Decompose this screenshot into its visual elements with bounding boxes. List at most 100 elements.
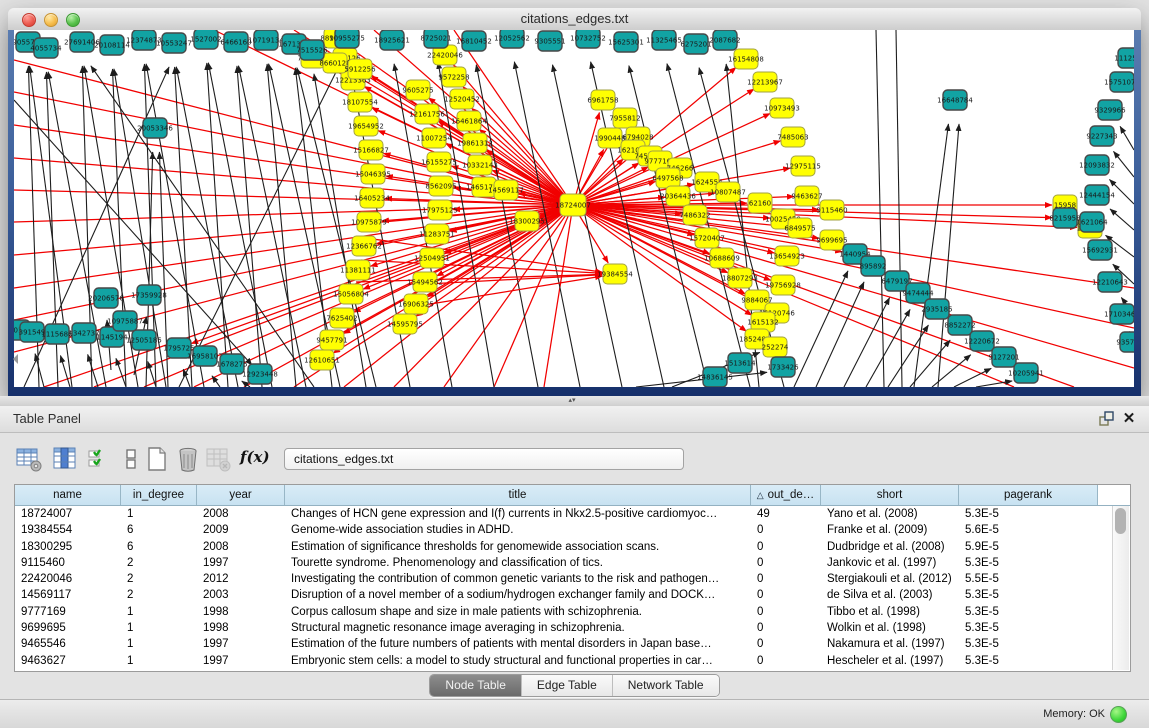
graph-node-label: 10975879: [351, 219, 387, 227]
table-cell: de Silva et al. (2003): [821, 587, 959, 603]
graph-node-label: 1733426: [767, 364, 799, 372]
table-cell: 9699695: [15, 620, 121, 636]
graph-node-label: 16810452: [456, 38, 492, 46]
graph-node-label: 12520452: [444, 96, 480, 104]
graph-node-label: 8562095: [425, 183, 456, 191]
table-cell: 1998: [197, 604, 285, 620]
graph-node-label: 10553247: [156, 40, 192, 48]
graph-node-label: 6275201: [680, 41, 711, 49]
graph-node-label: 4055734: [30, 45, 62, 53]
window-titlebar[interactable]: citations_edges.txt: [8, 8, 1141, 31]
graph-node-label: 9457791: [316, 337, 347, 345]
table-cell: 5.3E-5: [959, 653, 1098, 669]
graph-node-label: 11007254: [416, 135, 452, 143]
table-row[interactable]: 969969511998Structural magnetic resonanc…: [15, 620, 1130, 636]
graph-node-label: 9572258: [438, 74, 469, 82]
column-header-year[interactable]: year: [197, 485, 285, 505]
table-cell: 22420046: [15, 571, 121, 587]
float-panel-icon[interactable]: [1099, 411, 1115, 427]
table-cell: Tibbo et al. (1998): [821, 604, 959, 620]
network-frame: 8896012271812612213363181075541965495215…: [8, 30, 1141, 396]
table-chooser-value: citations_edges.txt: [294, 452, 393, 466]
graph-node-label: 10688609: [704, 255, 740, 263]
table-row[interactable]: 1872400712008Changes of HCN gene express…: [15, 506, 1130, 522]
table-cell: 6: [121, 522, 197, 538]
select-all-button[interactable]: [86, 446, 113, 473]
dropdown-arrows-icon: [667, 452, 675, 470]
table-cell: 2003: [197, 587, 285, 603]
graph-node-label: 19861312: [457, 140, 493, 148]
graph-node-label: 9463627: [791, 193, 822, 201]
table-cell: 1: [121, 604, 197, 620]
graph-node-label: 15046395: [355, 171, 391, 179]
table-cell: 5.3E-5: [959, 604, 1098, 620]
memory-status-label: Memory: OK: [1043, 700, 1105, 728]
table-row[interactable]: 1456911722003Disruption of a novel membe…: [15, 587, 1130, 603]
table-cell: 0: [751, 571, 821, 587]
table-row[interactable]: 977716911998Corpus callosum shape and si…: [15, 604, 1130, 620]
graph-node-label: 7515526: [296, 47, 328, 55]
table-settings-button[interactable]: [16, 446, 43, 473]
table-cell: 5.3E-5: [959, 555, 1098, 571]
graph-node-label: 18300295: [509, 218, 545, 226]
table-row[interactable]: 1830029562008Estimation of significance …: [15, 539, 1130, 555]
function-builder-button[interactable]: f(x): [240, 448, 270, 466]
table-row[interactable]: 911546021997Tourette syndrome. Phenomeno…: [15, 555, 1130, 571]
graph-node-label: 9127201: [988, 354, 1019, 362]
graph-node-label: 16648784: [937, 97, 973, 105]
graph-node-label: 10205941: [1008, 370, 1044, 378]
graph-node-label: 8725021: [420, 35, 451, 43]
graph-node-label: 15056804: [333, 291, 369, 299]
graph-node-label: 62160: [749, 200, 771, 208]
network-canvas[interactable]: 8896012271812612213363181075541965495215…: [14, 30, 1134, 387]
table-cell: 1: [121, 653, 197, 669]
table-chooser-dropdown[interactable]: citations_edges.txt: [284, 448, 684, 470]
network-view-window: citations_edges.txt 88960122718126122133…: [8, 8, 1141, 396]
table-cell: 2008: [197, 506, 285, 522]
scrollbar-thumb[interactable]: [1115, 508, 1126, 534]
graph-node-label: 12210643: [1092, 279, 1128, 287]
table-cell: Hescheler et al. (1997): [821, 653, 959, 669]
table-cell: Embryonic stem cells: a model to study s…: [285, 653, 751, 669]
column-header-out_de[interactable]: △out_de…: [751, 485, 821, 505]
graph-node-label: 16154808: [728, 56, 764, 64]
table-tabs-row: Node TableEdge TableNetwork Table: [0, 672, 1149, 699]
table-cell: 5.9E-5: [959, 539, 1098, 555]
tab-node-table[interactable]: Node Table: [430, 675, 521, 696]
column-header-pagerank[interactable]: pagerank: [959, 485, 1098, 505]
graph-node-label: 10732752: [570, 35, 606, 43]
panel-title: Table Panel: [13, 406, 81, 432]
table-toolbar: f(x) citations_edges.txt: [0, 432, 1149, 484]
graph-node-label: 12504951: [414, 255, 450, 263]
clear-selection-button[interactable]: [118, 446, 145, 473]
table-cell: Nakamura et al. (1997): [821, 636, 959, 652]
graph-node-label: 1513614: [724, 360, 756, 368]
column-header-in_degree[interactable]: in_degree: [121, 485, 197, 505]
graph-node-label: 17975125: [422, 207, 458, 215]
tab-edge-table[interactable]: Edge Table: [521, 675, 612, 696]
pane-collapse-arrow-icon[interactable]: [8, 354, 18, 364]
table-cell: 9777169: [15, 604, 121, 620]
delete-table-button[interactable]: [175, 446, 202, 473]
tab-network-table[interactable]: Network Table: [612, 675, 719, 696]
table-cell: Corpus callosum shape and size in male p…: [285, 604, 751, 620]
new-table-button[interactable]: [144, 446, 171, 473]
graph-node-label: 19756928: [765, 282, 801, 290]
memory-status-indicator[interactable]: [1110, 706, 1127, 723]
table-row[interactable]: 946554611997Estimation of the future num…: [15, 636, 1130, 652]
show-columns-button[interactable]: [52, 446, 79, 473]
table-cell: Estimation of the future numbers of pati…: [285, 636, 751, 652]
vertical-scrollbar[interactable]: [1112, 506, 1129, 670]
column-header-name[interactable]: name: [15, 485, 121, 505]
table-row[interactable]: 946362711997Embryonic stem cells: a mode…: [15, 653, 1130, 669]
splitter-grip-icon[interactable]: ▴▾: [565, 398, 579, 404]
graph-node-label: 9227343: [1086, 133, 1117, 141]
table-cell: 2: [121, 571, 197, 587]
column-header-title[interactable]: title: [285, 485, 751, 505]
close-panel-icon[interactable]: ✕: [1121, 411, 1137, 427]
table-row[interactable]: 1938455462009Genome-wide association stu…: [15, 522, 1130, 538]
column-header-short[interactable]: short: [821, 485, 959, 505]
status-bar: Memory: OK: [0, 699, 1149, 728]
graph-node-label: 12213967: [747, 79, 783, 87]
table-row[interactable]: 2242004622012Investigating the contribut…: [15, 571, 1130, 587]
